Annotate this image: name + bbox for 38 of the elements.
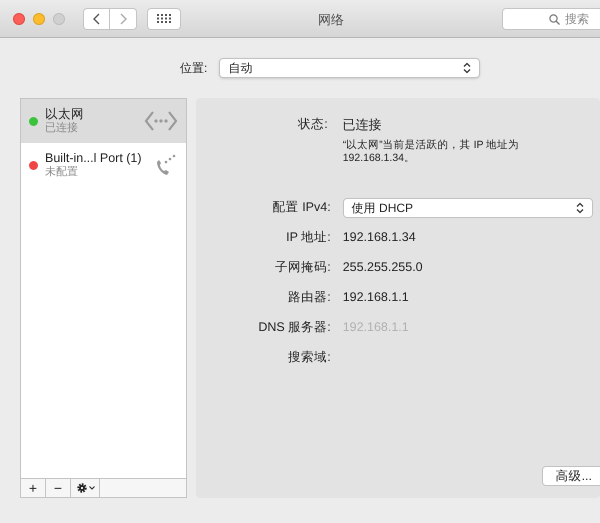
field-label: 配置 IPv4: (272, 199, 332, 216)
field-value: 192.168.1.34 (342, 229, 416, 246)
field-label: IP 地址: (285, 229, 332, 246)
service-item[interactable]: 以太网 已连接 (21, 99, 186, 143)
search-field[interactable]: 搜索 (502, 8, 600, 30)
chevron-right-icon (120, 12, 126, 24)
status-description: “以太网”当前是活跃的，其 IP 地址为 192.168.1.34。 (342, 138, 520, 164)
ipv4-select[interactable]: 使用 DHCP (342, 198, 593, 218)
field-label: 路由器: (287, 289, 332, 306)
location-label: 位置: (180, 60, 208, 77)
arrows-icon (144, 110, 178, 132)
updown-chevron-icon (463, 62, 472, 74)
service-status: 已连接 (45, 121, 79, 135)
grid-icon (157, 14, 171, 23)
minimize-button[interactable] (33, 12, 45, 24)
caret-icon (88, 486, 94, 490)
remove-button[interactable]: − (46, 479, 71, 497)
chevron-left-icon (93, 12, 100, 24)
service-name: Built-in...l Port (1) (45, 151, 143, 165)
gear-icon (76, 482, 88, 494)
search-icon (549, 14, 560, 25)
field-label: 搜索域: (287, 349, 332, 366)
add-button[interactable]: + (21, 479, 46, 497)
status-label: 状态: (296, 116, 329, 133)
field-value: 255.255.255.0 (342, 259, 423, 276)
location-select[interactable]: 自动 (219, 58, 480, 78)
updown-chevron-icon (576, 202, 584, 214)
show-all-button[interactable] (147, 8, 181, 30)
field-value: 192.168.1.1 (342, 289, 409, 306)
advanced-button[interactable]: 高级... (542, 466, 600, 486)
window-title: 网络 (318, 11, 344, 29)
field-label: 子网掩码: (274, 259, 332, 276)
service-status: 未配置 (45, 165, 79, 179)
close-button[interactable] (13, 12, 25, 24)
status-value: 已连接 (342, 116, 383, 134)
service-name: 以太网 (45, 107, 85, 121)
field-label: DNS 服务器: (257, 319, 332, 336)
back-button[interactable] (83, 8, 110, 30)
